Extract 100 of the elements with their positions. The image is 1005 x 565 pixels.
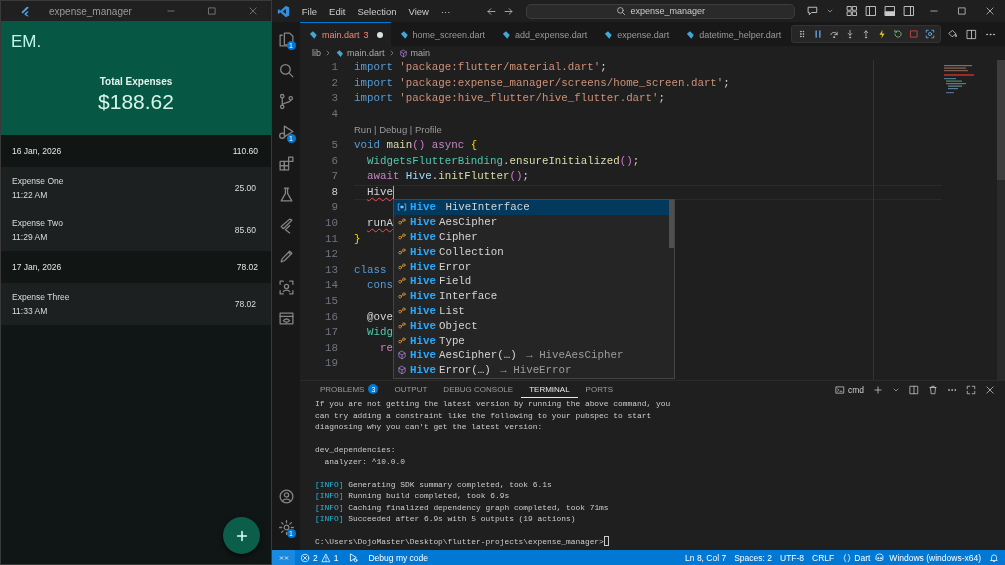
suggestion-item[interactable]: Hive Interface <box>394 288 674 304</box>
status-item[interactable]: CRLF <box>808 552 839 563</box>
editor-tab[interactable]: add_expense.dart <box>493 22 596 46</box>
app-logo-icon <box>20 5 31 17</box>
menu-item[interactable]: View <box>402 5 435 17</box>
app-logo-icon <box>277 4 290 18</box>
step-over-icon[interactable] <box>829 29 840 39</box>
expense-time: 11:33 AM <box>12 306 49 316</box>
plus-icon <box>234 528 249 543</box>
line-number: 10 <box>324 215 338 231</box>
breadcrumb-item[interactable]: lib <box>312 48 321 58</box>
debug-launch[interactable]: Debug my code <box>364 552 432 563</box>
inspect-icon[interactable] <box>925 29 936 39</box>
braces-icon <box>842 552 853 563</box>
expense-amount: 25.00 <box>234 183 256 193</box>
panel-icon[interactable] <box>884 5 896 17</box>
scan-icon[interactable] <box>277 279 295 296</box>
dart-file-icon <box>501 29 512 40</box>
close-icon[interactable] <box>248 6 258 16</box>
panel-tab[interactable]: OUTPUT <box>386 381 436 398</box>
debug-icon[interactable] <box>348 552 360 563</box>
extensions-icon[interactable] <box>277 155 295 172</box>
suggestion-item[interactable]: Hive Collection <box>394 244 674 260</box>
add-button[interactable] <box>223 517 260 554</box>
expense-name: Expense Two <box>12 218 63 228</box>
class-icon <box>397 261 407 272</box>
class-icon <box>397 291 407 302</box>
editor-tab[interactable]: expense.dart <box>595 22 678 46</box>
editor-tab[interactable]: home_screen.dart <box>390 22 494 46</box>
paint-icon[interactable] <box>947 28 959 40</box>
suggestion-item[interactable]: Hive AesCipher(…) → HiveAesCipher <box>394 347 674 363</box>
line-number: 1 <box>330 60 338 75</box>
expense-name: Expense Three <box>12 292 70 302</box>
source-control-icon[interactable] <box>277 93 295 110</box>
maximize-icon[interactable] <box>207 6 217 16</box>
suggestion-item[interactable]: Hive Error <box>394 259 674 274</box>
command-center[interactable]: expense_manager <box>526 3 795 19</box>
close-icon[interactable] <box>985 6 995 16</box>
layout-icon[interactable] <box>846 5 858 17</box>
status-item[interactable]: Windows (windows-x64) <box>885 552 985 563</box>
bell-icon[interactable] <box>989 552 999 563</box>
panel-tab[interactable]: PORTS <box>577 381 622 398</box>
problems-indicator[interactable]: 2 1 <box>295 552 344 563</box>
preview-icon[interactable] <box>277 310 295 327</box>
back-arrow-icon[interactable] <box>486 5 498 17</box>
status-item[interactable]: UTF-8 <box>776 552 809 563</box>
close-icon[interactable] <box>985 384 995 395</box>
breadcrumb-item[interactable]: main.dart <box>347 48 385 58</box>
editor-tab[interactable]: main.dart 3 <box>300 22 391 46</box>
split-icon[interactable] <box>909 384 919 395</box>
split-editor-icon[interactable] <box>966 28 978 40</box>
line-number: 17 <box>324 325 338 341</box>
menu-item[interactable]: ··· <box>434 5 457 17</box>
expense-item[interactable]: Expense Two 11:29 AM 85.60 <box>1 209 271 251</box>
maximize-panel-icon[interactable] <box>966 384 976 395</box>
status-item[interactable]: Spaces: 2 <box>730 552 776 563</box>
menu-item[interactable]: File <box>295 5 324 17</box>
editor-tab[interactable]: datetime_helper.dart <box>677 22 790 46</box>
panel-tab[interactable]: TERMINAL <box>521 381 578 398</box>
menu-item[interactable]: Selection <box>351 5 403 17</box>
codelens-actions[interactable]: Run | Debug | Profile <box>354 122 442 138</box>
forward-arrow-icon[interactable] <box>503 5 515 17</box>
flutter-icon[interactable] <box>277 217 295 234</box>
sidebar-icon[interactable] <box>903 5 915 17</box>
chevron-down-icon[interactable] <box>826 7 834 15</box>
suggestion-item[interactable]: Hive Field <box>394 274 674 289</box>
expense-item[interactable]: Expense Three 11:33 AM 78.02 <box>1 283 271 325</box>
maximize-icon[interactable] <box>957 6 967 16</box>
menu-item[interactable]: Edit <box>323 5 352 17</box>
error-icon <box>300 552 310 563</box>
suggestion-item[interactable]: Hive Type <box>394 333 674 348</box>
suggestion-item[interactable]: Hive List <box>394 303 674 319</box>
gear-icon[interactable] <box>277 519 295 536</box>
suggestion-item[interactable]: Hive AesCipher <box>394 214 674 230</box>
copilot-icon[interactable] <box>874 552 886 563</box>
chat-icon[interactable] <box>807 5 819 17</box>
scrollbar-thumb[interactable] <box>997 60 1005 180</box>
suggestion-item[interactable]: Hive Cipher <box>394 229 674 245</box>
stop-icon[interactable] <box>909 29 920 39</box>
run-debug-icon[interactable] <box>277 124 295 141</box>
language-mode[interactable]: Dart <box>838 552 875 563</box>
scrollbar-thumb[interactable] <box>669 200 674 248</box>
plus-icon[interactable] <box>873 384 883 395</box>
sidebar-icon[interactable] <box>865 5 877 17</box>
files-icon[interactable] <box>277 31 295 48</box>
restart-icon[interactable] <box>893 29 904 39</box>
panel-tab[interactable]: DEBUG CONSOLE <box>435 381 522 398</box>
suggestion-item[interactable]: Hive Object <box>394 318 674 334</box>
expense-item[interactable]: Expense One 11:22 AM 25.00 <box>1 167 271 209</box>
breadcrumb-item[interactable]: main <box>410 48 431 58</box>
suggestion-item[interactable]: Hive Error(…) → HiveError <box>394 362 674 378</box>
search-icon[interactable] <box>277 62 295 79</box>
code-line: WidgetsFlutterBinding.ensureInitialized(); <box>365 153 640 169</box>
pause-icon[interactable] <box>813 29 824 39</box>
dart-file-icon <box>398 29 409 40</box>
status-item[interactable]: Ln 8, Col 7 <box>681 552 731 563</box>
trash-icon[interactable] <box>928 384 938 395</box>
account-icon[interactable] <box>277 488 295 505</box>
date-label: 17 Jan, 2026 <box>12 262 62 272</box>
terminal-profile[interactable]: cmd <box>834 384 864 395</box>
